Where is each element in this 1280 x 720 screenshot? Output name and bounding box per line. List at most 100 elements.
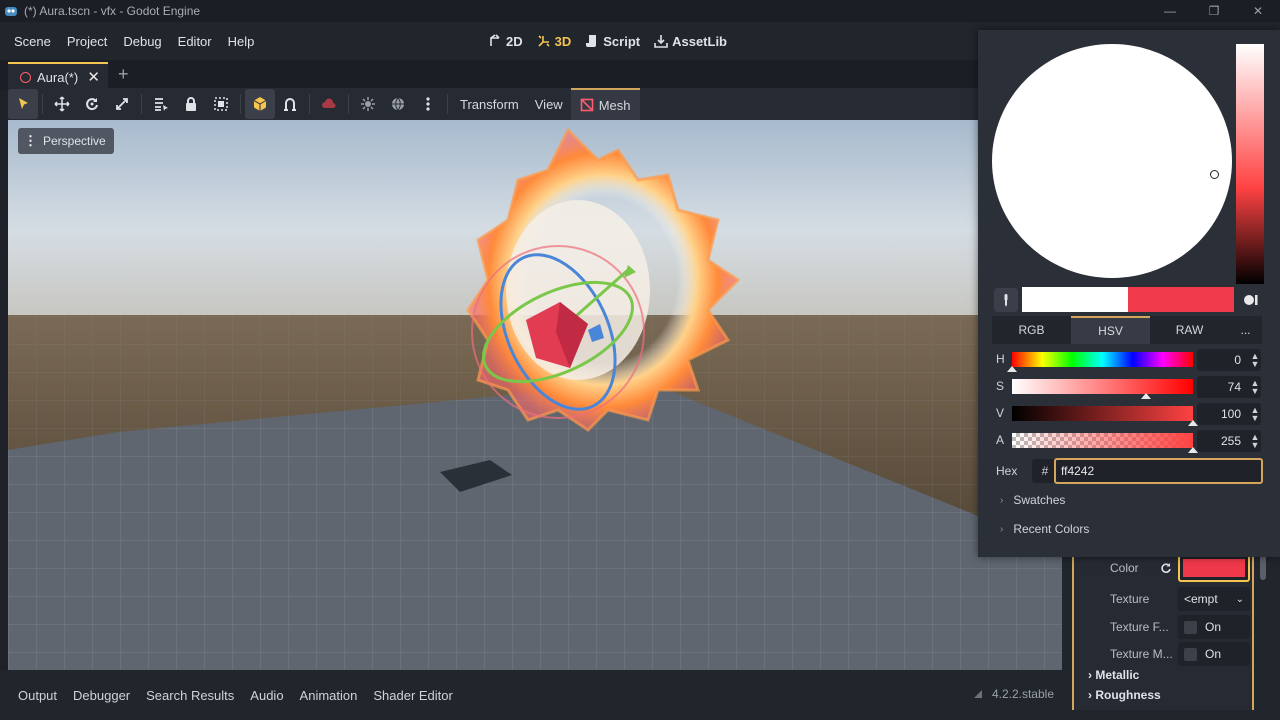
lock-button[interactable] xyxy=(176,89,206,119)
menu-editor[interactable]: Editor xyxy=(170,34,220,49)
value-slider-bar[interactable] xyxy=(1236,44,1264,284)
color-wheel[interactable] xyxy=(992,44,1232,278)
move-icon xyxy=(54,96,70,112)
version-label: 4.2.2.stable xyxy=(991,687,1054,701)
menu-scene[interactable]: Scene xyxy=(6,34,59,49)
tab-debugger[interactable]: Debugger xyxy=(65,688,138,703)
menu-debug[interactable]: Debug xyxy=(115,34,169,49)
swatches-section[interactable]: › Swatches xyxy=(1000,493,1065,507)
rotate-tool-button[interactable] xyxy=(77,89,107,119)
workspace-assetlib-button[interactable]: AssetLib xyxy=(654,34,727,49)
transform-menu[interactable]: Transform xyxy=(452,97,527,112)
menu-help[interactable]: Help xyxy=(220,34,263,49)
recent-colors-section[interactable]: › Recent Colors xyxy=(1000,522,1089,536)
property-row-texture: Texture <empt ⌄ xyxy=(1074,586,1254,612)
snap-button[interactable] xyxy=(275,89,305,119)
maximize-button[interactable]: ❐ xyxy=(1192,0,1236,22)
eyedropper-icon xyxy=(1004,294,1008,307)
mode-tab-hsv[interactable]: HSV xyxy=(1071,316,1150,344)
preview-sun-button[interactable] xyxy=(353,89,383,119)
toolbar-separator xyxy=(141,94,142,114)
preview-env-globe-button[interactable] xyxy=(383,89,413,119)
color-preview xyxy=(1022,287,1234,312)
hue-slider[interactable] xyxy=(1012,352,1193,367)
close-window-button[interactable]: ✕ xyxy=(1236,0,1280,22)
hue-slider-grabber[interactable] xyxy=(1007,366,1017,372)
workspace-3d-button[interactable]: 3D xyxy=(537,34,571,49)
chevron-right-icon: › xyxy=(1000,523,1004,535)
alpha-slider[interactable] xyxy=(1012,433,1193,448)
alpha-label: A xyxy=(996,433,1005,447)
cloud-icon xyxy=(322,98,336,108)
more-options-button[interactable] xyxy=(413,89,443,119)
workspace-2d-button[interactable]: 2D xyxy=(488,34,523,49)
tab-search-results[interactable]: Search Results xyxy=(138,688,242,703)
mode-tab-rgb[interactable]: RGB xyxy=(992,316,1071,344)
tab-shader-editor[interactable]: Shader Editor xyxy=(365,688,461,703)
spin-arrows-icon[interactable]: ▲ ▼ xyxy=(1249,379,1261,396)
magnet-icon xyxy=(284,98,296,111)
metallic-section[interactable]: › Metallic xyxy=(1088,668,1139,682)
perspective-label: Perspective xyxy=(43,134,106,148)
menu-project[interactable]: Project xyxy=(59,34,115,49)
node3d-icon xyxy=(20,71,31,83)
saturation-slider-grabber[interactable] xyxy=(1141,393,1151,399)
roughness-section[interactable]: › Roughness xyxy=(1088,688,1161,702)
saturation-label: S xyxy=(996,379,1005,393)
2d-icon xyxy=(490,34,500,46)
mode-more-button[interactable]: ... xyxy=(1229,316,1262,344)
mesh-menu[interactable]: Mesh xyxy=(570,88,640,120)
wheel-handle[interactable] xyxy=(1210,170,1219,179)
slider-row-alpha: A 255 ▲ ▼ xyxy=(992,430,1268,453)
saturation-slider[interactable] xyxy=(1012,379,1193,394)
picker-shape-icon[interactable] xyxy=(1242,292,1260,308)
hex-label: Hex xyxy=(996,464,1018,478)
texture-f-checkbox[interactable]: On xyxy=(1178,615,1250,639)
close-tab-icon[interactable]: ✕ xyxy=(87,68,100,86)
lock-icon xyxy=(186,97,196,111)
revert-icon[interactable] xyxy=(1160,562,1172,574)
mode-tab-raw[interactable]: RAW xyxy=(1150,316,1229,344)
view-menu[interactable]: View xyxy=(527,97,571,112)
saturation-spinbox[interactable]: 74 ▲ ▼ xyxy=(1197,376,1261,398)
color-swatch xyxy=(1183,559,1245,577)
slider-row-hue: H 0 ▲ ▼ xyxy=(992,349,1268,372)
preview-environment-button[interactable] xyxy=(314,89,344,119)
scale-icon xyxy=(116,98,128,110)
scale-tool-button[interactable] xyxy=(107,89,137,119)
scene-tab-aura[interactable]: Aura(*) ✕ xyxy=(8,62,108,90)
new-color-swatch xyxy=(1128,287,1234,312)
script-icon xyxy=(586,35,597,47)
color-picker-popup: RGB HSV RAW ... H 0 ▲ ▼ S 74 ▲ ▼ V 100 ▲ ▼ A 2… xyxy=(978,30,1280,557)
godot-logo-icon xyxy=(4,4,18,18)
texture-m-checkbox[interactable]: On xyxy=(1178,642,1250,666)
add-scene-tab-button[interactable]: + xyxy=(118,64,129,85)
select-tool-button[interactable] xyxy=(8,89,38,119)
texture-resource-picker[interactable]: <empt ⌄ xyxy=(1178,587,1250,611)
alpha-value: 255 xyxy=(1220,434,1241,448)
spin-arrows-icon[interactable]: ▲ ▼ xyxy=(1249,406,1261,423)
eyedropper-button[interactable] xyxy=(994,288,1018,312)
workspace-script-button[interactable]: Script xyxy=(585,34,640,49)
color-picker-button[interactable] xyxy=(1178,554,1250,582)
list-select-button[interactable] xyxy=(146,89,176,119)
move-tool-button[interactable] xyxy=(47,89,77,119)
spin-arrows-icon[interactable]: ▲ ▼ xyxy=(1249,352,1261,369)
minimize-button[interactable]: — xyxy=(1148,0,1192,22)
group-button[interactable] xyxy=(206,89,236,119)
chevron-down-icon: ⌄ xyxy=(1235,593,1244,605)
hue-spinbox[interactable]: 0 ▲ ▼ xyxy=(1197,349,1261,371)
3d-viewport[interactable]: ⋮ Perspective xyxy=(8,120,1062,670)
local-space-button[interactable] xyxy=(245,89,275,119)
value-slider[interactable] xyxy=(1012,406,1193,421)
tab-audio[interactable]: Audio xyxy=(242,688,291,703)
value-spinbox[interactable]: 100 ▲ ▼ xyxy=(1197,403,1261,425)
perspective-menu-button[interactable]: ⋮ Perspective xyxy=(18,128,114,154)
texture-value: <empt xyxy=(1184,592,1218,606)
spin-arrows-icon[interactable]: ▲ ▼ xyxy=(1249,433,1261,450)
tab-output[interactable]: Output xyxy=(10,688,65,703)
alpha-spinbox[interactable]: 255 ▲ ▼ xyxy=(1197,430,1261,452)
hex-input[interactable]: ff4242 xyxy=(1054,458,1263,484)
tab-animation[interactable]: Animation xyxy=(292,688,366,703)
old-color-swatch[interactable] xyxy=(1022,287,1128,312)
